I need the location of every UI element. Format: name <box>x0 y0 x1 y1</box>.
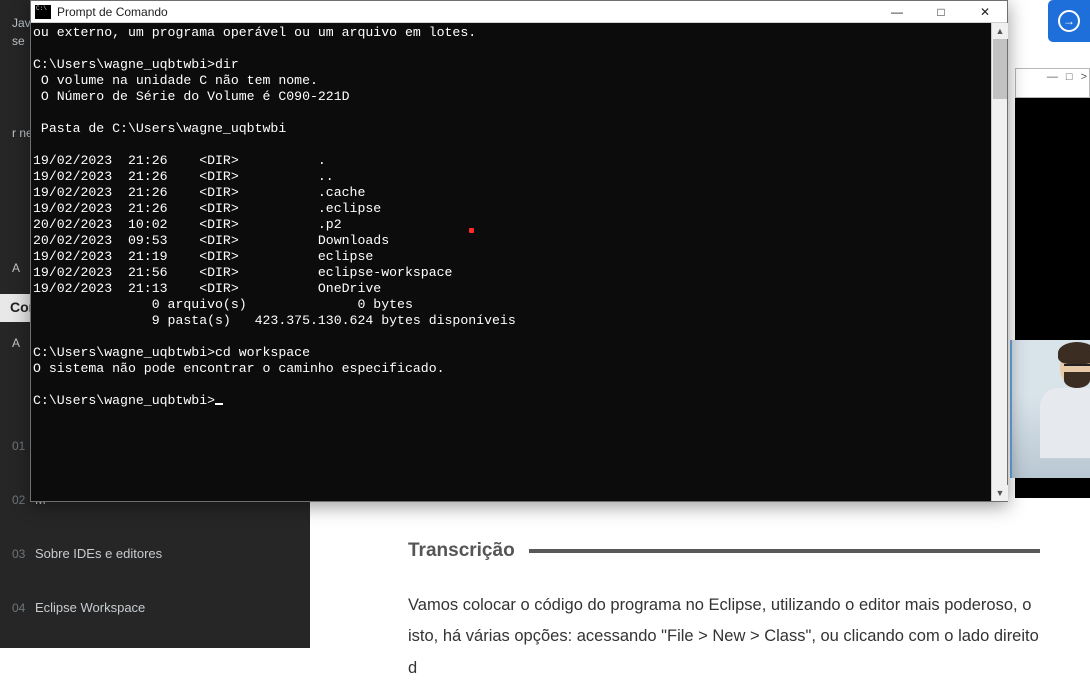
lesson-title: Sobre IDEs e editores <box>35 546 162 561</box>
bg-window-more[interactable]: > <box>1081 71 1087 83</box>
scroll-thumb[interactable] <box>993 39 1007 99</box>
cmd-window-title: Prompt de Comando <box>57 5 168 19</box>
divider-line <box>529 549 1040 553</box>
transcript-paragraph: isto, há várias opções: acessando "File … <box>408 621 1040 684</box>
cmd-cursor <box>215 403 223 405</box>
arrow-right-circle-icon: → <box>1058 10 1080 32</box>
scroll-down-button[interactable]: ▼ <box>992 485 1008 501</box>
transcript-title: Transcrição <box>408 540 515 562</box>
transcript-header: Transcrição <box>408 540 1040 562</box>
minimize-button[interactable]: — <box>875 1 919 23</box>
sidebar-lesson-03[interactable]: 03 Sobre IDEs e editores <box>0 538 310 569</box>
lesson-number: 04 <box>12 601 25 615</box>
sidebar-lesson-04[interactable]: 04 Eclipse Workspace <box>0 592 310 623</box>
command-prompt-window: Prompt de Comando — □ ✕ ou externo, um p… <box>30 0 1008 502</box>
lesson-title: Eclipse Workspace <box>35 600 145 615</box>
maximize-button[interactable]: □ <box>919 1 963 23</box>
lesson-number: 03 <box>12 547 25 561</box>
presenter-figure <box>1034 348 1090 468</box>
cmd-titlebar[interactable]: Prompt de Comando — □ ✕ <box>31 1 1007 23</box>
bg-window-minimize[interactable]: — <box>1047 71 1058 83</box>
scroll-up-button[interactable]: ▲ <box>992 23 1008 39</box>
cmd-scrollbar[interactable]: ▲ ▼ <box>991 23 1007 501</box>
lesson-number: 01 <box>12 439 25 453</box>
cmd-body-wrapper: ou externo, um programa operável ou um a… <box>31 23 1007 501</box>
transcript-body: Vamos colocar o código do programa no Ec… <box>408 590 1040 684</box>
cmd-terminal-output[interactable]: ou externo, um programa operável ou um a… <box>31 23 991 501</box>
cmd-icon <box>35 5 51 19</box>
close-button[interactable]: ✕ <box>963 1 1007 23</box>
next-action-button[interactable]: → <box>1048 0 1090 42</box>
background-window-titlebar: — □ > <box>1015 68 1090 98</box>
transcript-paragraph: Vamos colocar o código do programa no Ec… <box>408 590 1040 621</box>
transcript-section: Transcrição Vamos colocar o código do pr… <box>310 500 1090 648</box>
bg-window-maximize[interactable]: □ <box>1066 71 1073 83</box>
presenter-webcam <box>1010 340 1090 478</box>
lesson-number: 02 <box>12 493 25 507</box>
red-cursor-dot <box>469 228 474 233</box>
